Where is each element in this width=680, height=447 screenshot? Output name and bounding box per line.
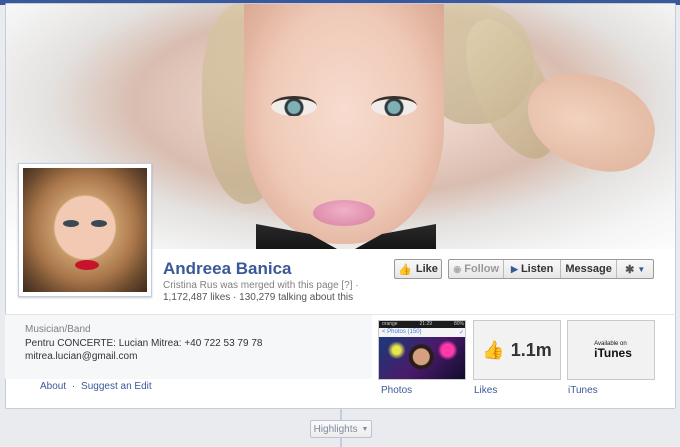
gear-icon: ✱ xyxy=(625,263,635,276)
merge-notice: Cristina Rus was merged with this page [… xyxy=(163,280,359,291)
photos-app-tile[interactable]: orange 21:29 80% < Photos (150) ✓ xyxy=(378,320,466,380)
photo-thumbnail xyxy=(379,337,465,379)
page-stats: 1,172,487 likes · 130,279 talking about … xyxy=(163,292,354,303)
rss-icon: ◉ xyxy=(453,263,462,274)
link-separator: · xyxy=(71,381,76,392)
chevron-down-icon: ▼ xyxy=(361,425,369,433)
page-actions: ◉ Follow ▶ Listen Message ✱ ▼ xyxy=(448,259,654,279)
settings-dropdown[interactable]: ✱ ▼ xyxy=(617,260,653,278)
photos-app-label[interactable]: Photos xyxy=(381,385,412,396)
about-links: About · Suggest an Edit xyxy=(40,381,152,392)
likes-app-label[interactable]: Likes xyxy=(474,385,497,396)
follow-button[interactable]: ◉ Follow xyxy=(449,260,505,278)
profile-picture[interactable] xyxy=(18,163,152,297)
message-button[interactable]: Message xyxy=(561,260,618,278)
phone-nav-bar: < Photos (150) ✓ xyxy=(379,328,465,337)
listen-button[interactable]: ▶ Listen xyxy=(504,260,561,278)
highlights-dropdown[interactable]: Highlights ▼ xyxy=(310,420,372,438)
about-link[interactable]: About xyxy=(40,381,66,392)
itunes-app-tile[interactable]: Available on iTunes xyxy=(567,320,655,380)
play-icon: ▶ xyxy=(511,263,518,274)
thumbs-up-icon: 👍 xyxy=(398,263,412,276)
page-category: Musician/Band xyxy=(25,324,91,335)
suggest-edit-link[interactable]: Suggest an Edit xyxy=(81,381,152,392)
contact-email[interactable]: mitrea.lucian@gmail.com xyxy=(25,351,137,362)
itunes-app-label[interactable]: iTunes xyxy=(568,385,598,396)
thumbs-up-icon: 👍 xyxy=(482,339,505,360)
phone-status-bar: orange 21:29 80% xyxy=(379,321,465,328)
likes-count: 1.1m xyxy=(510,339,552,360)
like-button[interactable]: 👍 Like xyxy=(394,259,442,279)
booking-info: Pentru CONCERTE: Lucian Mitrea: +40 722 … xyxy=(25,338,263,349)
page-title[interactable]: Andreea Banica xyxy=(163,259,292,279)
likes-app-tile[interactable]: 👍 1.1m xyxy=(473,320,561,380)
chevron-down-icon: ▼ xyxy=(637,264,646,274)
